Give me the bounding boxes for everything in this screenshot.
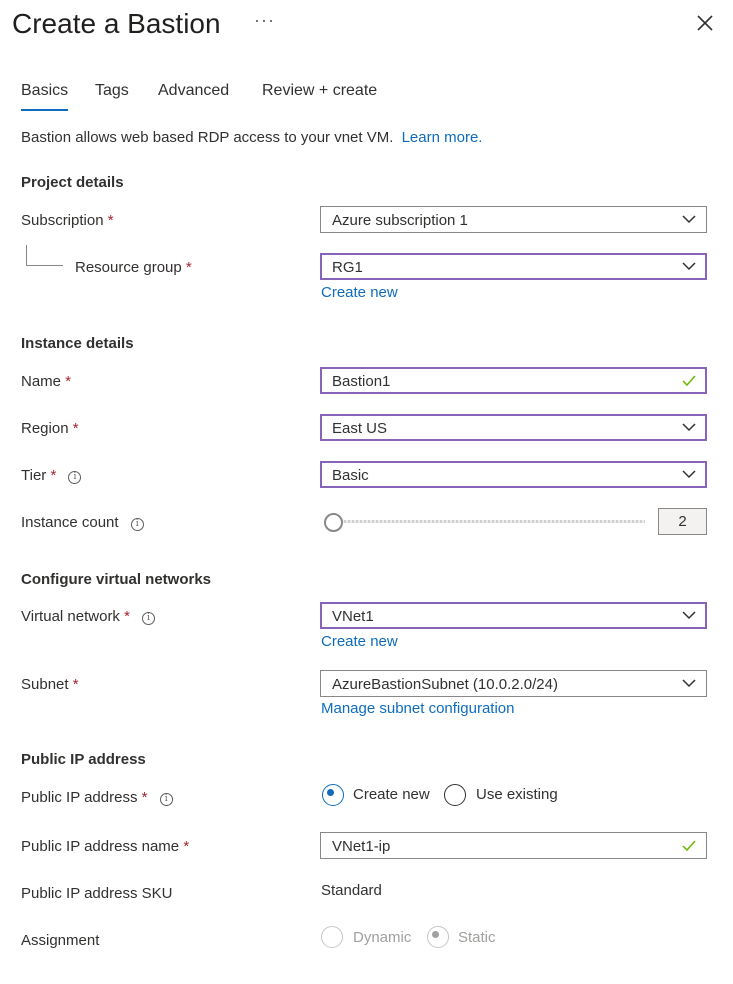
tab-review-create[interactable]: Review + create	[262, 82, 377, 100]
project-details-heading: Project details	[21, 174, 124, 191]
resource-group-label: Resource group *	[75, 259, 192, 276]
tier-label-text: Tier	[21, 467, 47, 484]
region-value: East US	[332, 420, 388, 437]
resource-group-value: RG1	[332, 259, 363, 276]
tab-advanced[interactable]: Advanced	[158, 82, 229, 100]
instance-count-label: Instance count i	[21, 514, 144, 531]
virtual-network-label: Virtual network * i	[21, 608, 156, 625]
close-icon	[697, 15, 713, 31]
region-label-text: Region	[21, 420, 69, 437]
chevron-down-icon	[682, 679, 696, 688]
instance-count-slider-thumb[interactable]	[324, 513, 343, 532]
close-button[interactable]	[695, 13, 715, 33]
learn-more-link[interactable]: Learn more.	[402, 129, 483, 146]
required-marker: *	[183, 838, 190, 855]
virtual-network-select[interactable]: VNet1	[320, 602, 707, 629]
public-ip-label-text: Public IP address	[21, 789, 138, 806]
public-ip-sku-label: Public IP address SKU	[21, 885, 173, 902]
required-marker: *	[72, 676, 79, 693]
create-new-ip-label[interactable]: Create new	[353, 786, 430, 803]
public-ip-sku-value: Standard	[321, 882, 382, 899]
dynamic-radio[interactable]	[321, 926, 343, 948]
resource-group-select[interactable]: RG1	[320, 253, 707, 280]
create-new-resource-group-link[interactable]: Create new	[321, 284, 398, 301]
chevron-down-icon	[682, 215, 696, 224]
subnet-label-text: Subnet	[21, 676, 69, 693]
chevron-down-icon	[682, 470, 696, 479]
public-ip-name-label-text: Public IP address name	[21, 838, 180, 855]
instance-count-slider-track[interactable]	[340, 520, 645, 523]
intro-text: Bastion allows web based RDP access to y…	[21, 129, 482, 146]
name-label: Name *	[21, 373, 71, 390]
tab-tags[interactable]: Tags	[95, 82, 129, 100]
tier-select[interactable]: Basic	[320, 461, 707, 488]
info-icon[interactable]: i	[159, 793, 173, 806]
required-marker: *	[72, 420, 79, 437]
subscription-label: Subscription *	[21, 212, 114, 229]
required-marker: *	[124, 608, 130, 625]
required-marker: *	[50, 467, 57, 484]
info-icon[interactable]: i	[130, 518, 144, 531]
name-label-text: Name	[21, 373, 62, 390]
required-marker: *	[107, 212, 114, 229]
instance-count-input[interactable]: 2	[658, 508, 707, 535]
virtual-network-label-text: Virtual network	[21, 608, 120, 625]
subscription-label-text: Subscription	[21, 212, 104, 229]
active-tab-indicator	[21, 109, 68, 111]
static-radio[interactable]	[427, 926, 449, 948]
subnet-select[interactable]: AzureBastionSubnet (10.0.2.0/24)	[320, 670, 707, 697]
virtual-network-value: VNet1	[332, 608, 374, 625]
subscription-select[interactable]: Azure subscription 1	[320, 206, 707, 233]
info-icon[interactable]: i	[142, 612, 156, 625]
subnet-value: AzureBastionSubnet (10.0.2.0/24)	[332, 676, 558, 693]
chevron-down-icon	[682, 262, 696, 271]
assignment-label: Assignment	[21, 932, 100, 949]
checkmark-icon	[682, 840, 696, 852]
manage-subnet-link[interactable]: Manage subnet configuration	[321, 700, 514, 717]
public-ip-label: Public IP address * i	[21, 789, 173, 806]
required-marker: *	[185, 259, 192, 276]
virtual-networks-heading: Configure virtual networks	[21, 571, 212, 588]
public-ip-name-value: VNet1-ip	[332, 838, 391, 855]
info-icon[interactable]: i	[68, 471, 82, 484]
subnet-label: Subnet *	[21, 676, 79, 693]
page-title: Create a Bastion	[12, 8, 221, 39]
instance-count-label-text: Instance count	[21, 514, 119, 531]
required-marker: *	[141, 789, 148, 806]
use-existing-ip-radio[interactable]	[444, 784, 466, 806]
intro-description: Bastion allows web based RDP access to y…	[21, 129, 394, 146]
static-label: Static	[458, 929, 496, 946]
checkmark-icon	[682, 375, 696, 387]
tree-connector	[26, 245, 63, 266]
chevron-down-icon	[682, 423, 696, 432]
use-existing-ip-label[interactable]: Use existing	[476, 786, 558, 803]
more-options-button[interactable]: ···	[254, 10, 275, 31]
region-label: Region *	[21, 420, 79, 437]
public-ip-name-input[interactable]: VNet1-ip	[320, 832, 707, 859]
create-new-vnet-link[interactable]: Create new	[321, 633, 398, 650]
dynamic-label: Dynamic	[353, 929, 412, 946]
subscription-value: Azure subscription 1	[332, 212, 468, 229]
public-ip-heading: Public IP address	[21, 751, 146, 768]
chevron-down-icon	[682, 611, 696, 620]
tab-basics[interactable]: Basics	[21, 82, 68, 100]
required-marker: *	[65, 373, 72, 390]
instance-details-heading: Instance details	[21, 335, 134, 352]
region-select[interactable]: East US	[320, 414, 707, 441]
tier-value: Basic	[332, 467, 369, 484]
resource-group-label-text: Resource group	[75, 259, 182, 276]
create-new-ip-radio[interactable]	[322, 784, 344, 806]
tier-label: Tier * i	[21, 467, 82, 484]
public-ip-name-label: Public IP address name *	[21, 838, 189, 855]
name-value: Bastion1	[332, 373, 391, 390]
name-input[interactable]: Bastion1	[320, 367, 707, 394]
